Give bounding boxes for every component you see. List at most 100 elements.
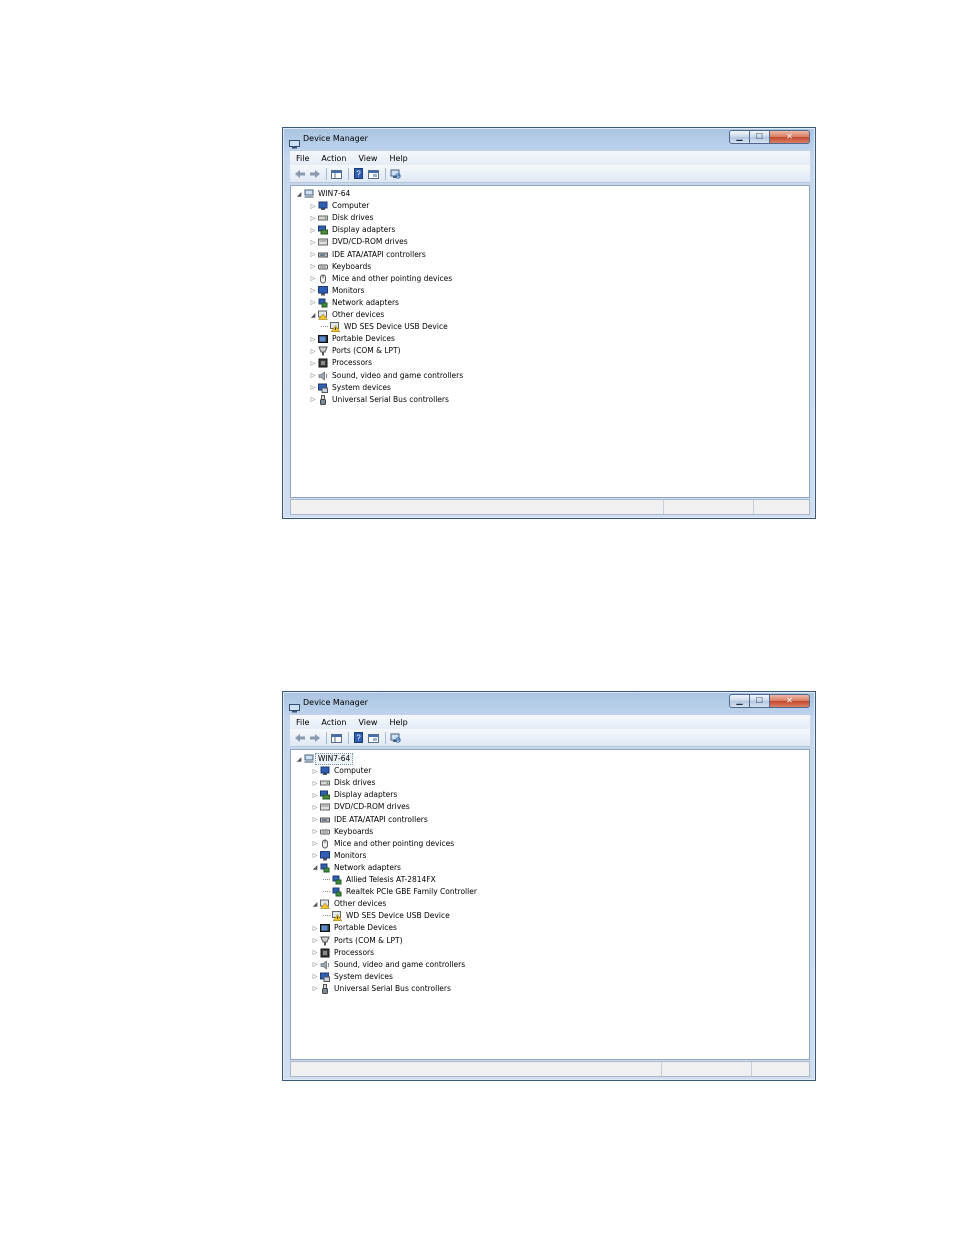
expand-arrow-icon[interactable]: ▷ xyxy=(309,358,317,368)
expand-arrow-icon[interactable]: ▷ xyxy=(309,298,317,308)
tree-item-mice-and-other-pointing-devices[interactable]: ▷ Mice and other pointing devices xyxy=(311,838,454,850)
expand-arrow-icon[interactable]: ▷ xyxy=(311,815,319,825)
expand-arrow-icon[interactable]: ▷ xyxy=(311,923,319,933)
tree-item-keyboards[interactable]: ▷ Keyboards xyxy=(311,826,373,838)
show-hide-console-tree-button[interactable] xyxy=(330,732,343,744)
tree-item-other-devices[interactable]: ◢ Other devices xyxy=(311,898,386,910)
tree-item-network-adapters[interactable]: ▷ Network adapters xyxy=(309,297,399,309)
tree-item-sound-video-and-game-controllers[interactable]: ▷ Sound, video and game controllers xyxy=(309,370,463,382)
help-button[interactable]: ? xyxy=(352,168,365,180)
expand-arrow-icon[interactable]: ▷ xyxy=(309,274,317,284)
collapse-arrow-icon[interactable]: ◢ xyxy=(311,899,319,909)
expand-arrow-icon[interactable]: ▷ xyxy=(309,237,317,247)
menu-action[interactable]: Action xyxy=(315,718,352,727)
tree-item-processors[interactable]: ▷ Processors xyxy=(309,357,372,369)
tree-root-item[interactable]: ◢ WIN7-64 xyxy=(295,188,350,200)
forward-button[interactable] xyxy=(308,732,321,744)
scan-hardware-button[interactable] xyxy=(389,732,402,744)
expand-arrow-icon[interactable]: ▷ xyxy=(311,778,319,788)
expand-arrow-icon[interactable]: ▷ xyxy=(311,972,319,982)
tree-item-display-adapters[interactable]: ▷ Display adapters xyxy=(311,789,397,801)
back-button[interactable] xyxy=(293,168,306,180)
tree-item-disk-drives[interactable]: ▷ Disk drives xyxy=(309,212,374,224)
minimize-button[interactable]: ▁ xyxy=(729,130,750,144)
expand-arrow-icon[interactable]: ▷ xyxy=(311,790,319,800)
tree-child-item[interactable]: WD SES Device USB Device xyxy=(323,910,450,922)
expand-arrow-icon[interactable]: ▷ xyxy=(311,948,319,958)
close-button[interactable]: ✕ xyxy=(770,694,810,708)
forward-button[interactable] xyxy=(308,168,321,180)
tree-item-ide-ata-atapi-controllers[interactable]: ▷ IDE ATA/ATAPI controllers xyxy=(309,249,426,261)
tree-item-monitors[interactable]: ▷ Monitors xyxy=(309,285,364,297)
tree-item-dvd-cd-rom-drives[interactable]: ▷ DVD/CD-ROM drives xyxy=(309,236,408,248)
tree-item-display-adapters[interactable]: ▷ Display adapters xyxy=(309,224,395,236)
tree-item-universal-serial-bus-controllers[interactable]: ▷ Universal Serial Bus controllers xyxy=(309,394,449,406)
tree-item-processors[interactable]: ▷ Processors xyxy=(311,947,374,959)
tree-item-ports-com-lpt[interactable]: ▷ Ports (COM & LPT) xyxy=(309,345,401,357)
expand-arrow-icon[interactable]: ▷ xyxy=(309,371,317,381)
expand-arrow-icon[interactable]: ▷ xyxy=(309,395,317,405)
expand-arrow-icon[interactable]: ▷ xyxy=(311,839,319,849)
show-hide-console-tree-button[interactable] xyxy=(330,168,343,180)
menu-help[interactable]: Help xyxy=(383,154,413,163)
title-bar[interactable]: Device Manager ▁ ☐ ✕ xyxy=(283,128,815,150)
tree-child-item[interactable]: WD SES Device USB Device xyxy=(321,321,448,333)
tree-item-computer[interactable]: ▷ Computer xyxy=(309,200,369,212)
expand-arrow-icon[interactable]: ▷ xyxy=(311,936,319,946)
tree-item-portable-devices[interactable]: ▷ Portable Devices xyxy=(309,333,395,345)
tree-item-keyboards[interactable]: ▷ Keyboards xyxy=(309,261,371,273)
maximize-button[interactable]: ☐ xyxy=(750,694,770,708)
expand-arrow-icon[interactable]: ▷ xyxy=(311,960,319,970)
collapse-arrow-icon[interactable]: ◢ xyxy=(295,754,303,764)
scan-hardware-button[interactable] xyxy=(389,168,402,180)
expand-arrow-icon[interactable]: ▷ xyxy=(309,262,317,272)
tree-child-item[interactable]: Allied Telesis AT-2814FX xyxy=(323,874,436,886)
expand-arrow-icon[interactable]: ▷ xyxy=(311,851,319,861)
expand-arrow-icon[interactable]: ▷ xyxy=(311,984,319,994)
expand-arrow-icon[interactable]: ▷ xyxy=(311,802,319,812)
expand-arrow-icon[interactable]: ▷ xyxy=(309,383,317,393)
tree-item-computer[interactable]: ▷ Computer xyxy=(311,765,371,777)
device-tree[interactable]: ◢ WIN7-64 ▷ Computer ▷ Disk drives ▷ Display ad… xyxy=(290,185,810,498)
tree-item-disk-drives[interactable]: ▷ Disk drives xyxy=(311,777,376,789)
expand-arrow-icon[interactable]: ▷ xyxy=(309,225,317,235)
tree-item-dvd-cd-rom-drives[interactable]: ▷ DVD/CD-ROM drives xyxy=(311,801,410,813)
tree-child-item[interactable]: Realtek PCIe GBE Family Controller xyxy=(323,886,477,898)
title-bar[interactable]: Device Manager ▁ ☐ ✕ xyxy=(283,692,815,714)
tree-item-monitors[interactable]: ▷ Monitors xyxy=(311,850,366,862)
close-button[interactable]: ✕ xyxy=(770,130,810,144)
expand-arrow-icon[interactable]: ▷ xyxy=(309,286,317,296)
back-button[interactable] xyxy=(293,732,306,744)
expand-arrow-icon[interactable]: ▷ xyxy=(311,827,319,837)
expand-arrow-icon[interactable]: ▷ xyxy=(309,334,317,344)
collapse-arrow-icon[interactable]: ◢ xyxy=(295,189,303,199)
tree-item-portable-devices[interactable]: ▷ Portable Devices xyxy=(311,922,397,934)
expand-arrow-icon[interactable]: ▷ xyxy=(309,250,317,260)
menu-help[interactable]: Help xyxy=(383,718,413,727)
menu-view[interactable]: View xyxy=(352,718,383,727)
tree-item-system-devices[interactable]: ▷ System devices xyxy=(309,382,391,394)
tree-item-network-adapters[interactable]: ◢ Network adapters xyxy=(311,862,401,874)
help-button[interactable]: ? xyxy=(352,732,365,744)
menu-file[interactable]: File xyxy=(290,718,315,727)
collapse-arrow-icon[interactable]: ◢ xyxy=(311,863,319,873)
tree-item-ide-ata-atapi-controllers[interactable]: ▷ IDE ATA/ATAPI controllers xyxy=(311,814,428,826)
tree-item-universal-serial-bus-controllers[interactable]: ▷ Universal Serial Bus controllers xyxy=(311,983,451,995)
expand-arrow-icon[interactable]: ▷ xyxy=(309,213,317,223)
tree-item-ports-com-lpt[interactable]: ▷ Ports (COM & LPT) xyxy=(311,935,403,947)
expand-arrow-icon[interactable]: ▷ xyxy=(309,201,317,211)
maximize-button[interactable]: ☐ xyxy=(750,130,770,144)
collapse-arrow-icon[interactable]: ◢ xyxy=(309,310,317,320)
expand-arrow-icon[interactable]: ▷ xyxy=(309,346,317,356)
tree-root-item[interactable]: ◢ WIN7-64 xyxy=(295,753,354,765)
tree-item-sound-video-and-game-controllers[interactable]: ▷ Sound, video and game controllers xyxy=(311,959,465,971)
properties-button[interactable] xyxy=(367,168,380,180)
expand-arrow-icon[interactable]: ▷ xyxy=(311,766,319,776)
tree-item-mice-and-other-pointing-devices[interactable]: ▷ Mice and other pointing devices xyxy=(309,273,452,285)
menu-view[interactable]: View xyxy=(352,154,383,163)
tree-item-other-devices[interactable]: ◢ Other devices xyxy=(309,309,384,321)
tree-item-system-devices[interactable]: ▷ System devices xyxy=(311,971,393,983)
menu-action[interactable]: Action xyxy=(315,154,352,163)
minimize-button[interactable]: ▁ xyxy=(729,694,750,708)
device-tree[interactable]: ◢ WIN7-64 ▷ Computer ▷ Disk drives ▷ Display ad… xyxy=(290,749,810,1060)
